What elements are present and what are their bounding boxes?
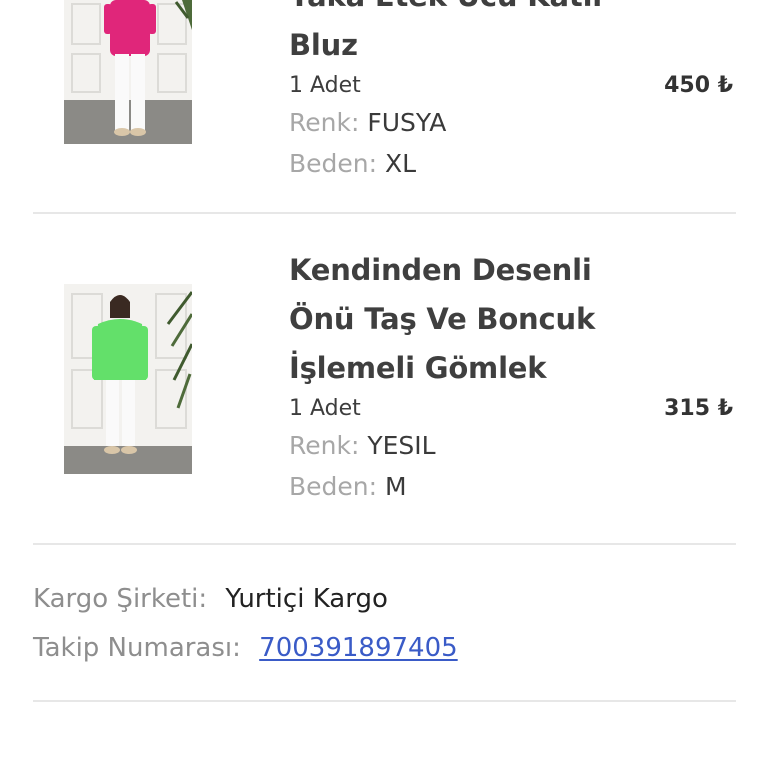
color-value: FUSYA — [367, 108, 447, 137]
color-attribute: Renk: FUSYA — [289, 102, 739, 143]
carrier-value: Yurtiçi Kargo — [225, 584, 388, 614]
order-item: Kendinden Desenli Önü Taş Ve Boncuk İşle… — [0, 214, 768, 544]
product-title-line[interactable]: Bluz — [289, 21, 739, 70]
size-value: XL — [385, 149, 417, 178]
order-item: Yaka Etek Ucu Katlı Bluz 1 Adet 450 ₺ Re… — [0, 0, 768, 214]
product-photo-fusya — [64, 0, 192, 144]
shipping-divider — [33, 700, 736, 702]
tracking-number-link[interactable]: 700391897405 — [259, 633, 458, 663]
product-title-line[interactable]: Kendinden Desenli — [289, 246, 739, 295]
product-image[interactable] — [64, 0, 192, 144]
tracking-row: Takip Numarası: 700391897405 — [33, 630, 458, 666]
quantity-text: 1 Adet — [289, 396, 361, 421]
size-value: M — [385, 472, 407, 501]
price-text: 450 ₺ — [664, 73, 733, 98]
quantity-price-row: 1 Adet 315 ₺ — [289, 393, 739, 425]
color-attribute: Renk: YESIL — [289, 425, 739, 466]
order-detail-page: Yaka Etek Ucu Katlı Bluz 1 Adet 450 ₺ Re… — [0, 0, 768, 768]
carrier-label: Kargo Şirketi: — [33, 584, 208, 614]
product-photo-yesil — [64, 284, 192, 474]
color-value: YESIL — [367, 431, 436, 460]
size-attribute: Beden: XL — [289, 143, 739, 184]
item-info: Yaka Etek Ucu Katlı Bluz 1 Adet 450 ₺ Re… — [289, 0, 739, 184]
size-label: Beden: — [289, 472, 378, 501]
product-title-line[interactable]: İşlemeli Gömlek — [289, 344, 739, 393]
item-divider — [33, 543, 736, 545]
size-label: Beden: — [289, 149, 378, 178]
color-label: Renk: — [289, 431, 360, 460]
product-title-line[interactable]: Yaka Etek Ucu Katlı — [289, 0, 739, 21]
product-image[interactable] — [64, 284, 192, 474]
quantity-price-row: 1 Adet 450 ₺ — [289, 70, 739, 102]
tracking-label: Takip Numarası: — [33, 633, 241, 663]
size-attribute: Beden: M — [289, 466, 739, 507]
carrier-row: Kargo Şirketi: Yurtiçi Kargo — [33, 581, 388, 617]
color-label: Renk: — [289, 108, 360, 137]
quantity-text: 1 Adet — [289, 73, 361, 98]
price-text: 315 ₺ — [664, 396, 733, 421]
product-title-line[interactable]: Önü Taş Ve Boncuk — [289, 295, 739, 344]
item-info: Kendinden Desenli Önü Taş Ve Boncuk İşle… — [289, 246, 739, 507]
